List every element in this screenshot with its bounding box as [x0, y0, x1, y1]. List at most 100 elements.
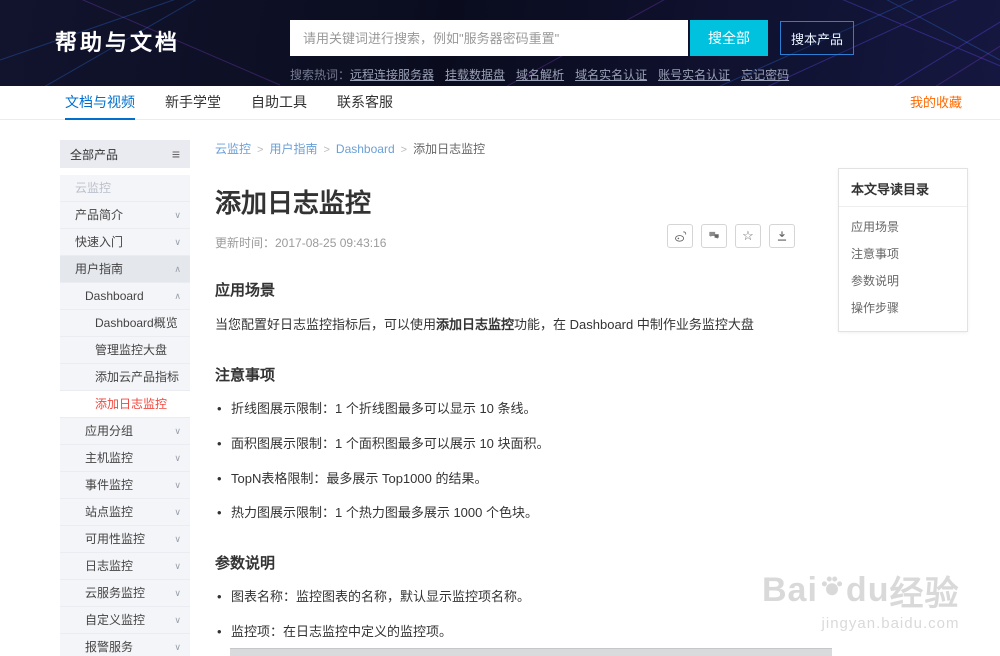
sidebar-item[interactable]: 快速入门	[60, 229, 190, 256]
sidebar-item-label: 管理监控大盘	[95, 343, 168, 357]
sidebar-item[interactable]: 报警服务	[60, 634, 190, 656]
search-all-button[interactable]: 搜全部	[690, 20, 768, 56]
sidebar-item-label: 日志监控	[85, 559, 134, 573]
hot-keywords: 远程连接服务器 挂载数据盘 域名解析 域名实名认证 账号实名认证 忘记密码	[350, 68, 800, 82]
nav-tab[interactable]: 联系客服	[337, 86, 393, 120]
nav-tab[interactable]: 文档与视频	[65, 86, 135, 120]
hot-keyword-link[interactable]: 忘记密码	[741, 68, 789, 82]
toc-link[interactable]: 操作步骤	[839, 294, 967, 321]
page: 帮助与文档 搜全部 搜本产品 搜索热词：远程连接服务器挂载数据盘域名解析域名实名…	[0, 0, 1000, 656]
breadcrumb-item: 云监控	[215, 142, 269, 156]
params-list: 图表名称：监控图表的名称，默认显示监控项名称。监控项：在日志监控中定义的监控项。…	[215, 587, 835, 656]
chevron-icon	[174, 256, 181, 282]
page-title: 帮助与文档	[55, 30, 181, 55]
watermark-text-post: du	[845, 571, 890, 609]
sidebar-item-label: 添加日志监控	[95, 397, 168, 411]
toc-panel: 本文导读目录 应用场景 注意事项 参数说明 操作步骤	[838, 168, 968, 332]
nav-tab[interactable]: 新手学堂	[165, 86, 221, 120]
sidebar-item[interactable]: 可用性监控	[60, 526, 190, 553]
sidebar-item[interactable]: 云服务监控	[60, 580, 190, 607]
hot-keyword-link[interactable]: 挂载数据盘	[445, 68, 505, 82]
sidebar-item[interactable]: Dashboard	[60, 283, 190, 310]
breadcrumb-link[interactable]: 添加日志监控	[413, 142, 485, 156]
chevron-icon	[174, 553, 181, 579]
sidebar: 全部产品 ≡ 云监控 产品简介 快速入门 用户指南 Dashboard Dash…	[60, 140, 190, 656]
sidebar-item-label: 事件监控	[85, 478, 134, 492]
toc-link[interactable]: 参数说明	[839, 267, 967, 294]
chevron-icon	[174, 499, 181, 525]
breadcrumb-link[interactable]: 用户指南	[269, 142, 317, 156]
note-item: 面积图展示限制：1 个面积图最多可以展示 10 块面积。	[215, 434, 835, 455]
section-heading-params: 参数说明	[215, 555, 276, 573]
article-title: 添加日志监控	[215, 188, 372, 218]
all-products-label: 全部产品	[70, 147, 119, 162]
sidebar-item[interactable]: 事件监控	[60, 472, 190, 499]
hot-keyword-link[interactable]: 账号实名认证	[658, 68, 730, 82]
sidebar-item-label: 添加云产品指标	[95, 370, 180, 384]
hot-keywords-label: 搜索热词：	[290, 68, 351, 82]
star-icon: ☆	[742, 228, 754, 243]
hot-keyword-link[interactable]: 远程连接服务器	[350, 68, 434, 82]
sidebar-item[interactable]: 用户指南	[60, 256, 190, 283]
site-header: 帮助与文档 搜全部 搜本产品 搜索热词：远程连接服务器挂载数据盘域名解析域名实名…	[0, 0, 1000, 86]
note-item: 热力图展示限制：1 个热力图最多展示 1000 个色块。	[215, 503, 835, 524]
sidebar-item-label: Dashboard概览	[95, 316, 178, 330]
toc-link[interactable]: 应用场景	[839, 213, 967, 240]
sidebar-item[interactable]: 产品简介	[60, 202, 190, 229]
param-item: 图表名称：监控图表的名称，默认显示监控项名称。	[215, 587, 835, 608]
sidebar-item[interactable]: 自定义监控	[60, 607, 190, 634]
chevron-icon	[174, 472, 181, 498]
hot-keywords-row: 搜索热词：远程连接服务器 挂载数据盘 域名解析 域名实名认证 账号实名认证 忘记密码	[290, 66, 800, 83]
download-icon	[777, 231, 787, 241]
sidebar-item[interactable]: 主机监控	[60, 445, 190, 472]
my-favorites-link[interactable]: 我的收藏	[910, 86, 962, 120]
nav-tab[interactable]: 自助工具	[251, 86, 307, 120]
section-heading-notes: 注意事项	[215, 367, 276, 385]
sidebar-item[interactable]: 添加日志监控	[60, 391, 190, 418]
favorite-button[interactable]: ☆	[735, 224, 761, 248]
chevron-icon	[174, 580, 181, 606]
chevron-icon	[174, 283, 181, 309]
sidebar-item-label: 快速入门	[75, 235, 124, 249]
content-image-top-edge	[230, 648, 832, 656]
sidebar-item-label: 自定义监控	[85, 613, 146, 627]
breadcrumb-item: Dashboard	[336, 142, 413, 156]
search-bar: 搜全部 搜本产品	[290, 20, 854, 56]
note-item: 折线图展示限制：1 个折线图最多可以显示 10 条线。	[215, 399, 835, 420]
sidebar-item[interactable]: 添加云产品指标	[60, 364, 190, 391]
sidebar-item[interactable]: 站点监控	[60, 499, 190, 526]
sidebar-item[interactable]: 云监控	[60, 175, 190, 202]
sidebar-item-label: Dashboard	[85, 289, 144, 303]
sidebar-item[interactable]: 管理监控大盘	[60, 337, 190, 364]
comments-button[interactable]	[701, 224, 727, 248]
hot-keyword-link[interactable]: 域名解析	[516, 68, 564, 82]
sidebar-item-label: 产品简介	[75, 208, 124, 222]
sidebar-item[interactable]: Dashboard概览	[60, 310, 190, 337]
all-products-header[interactable]: 全部产品 ≡	[60, 140, 190, 168]
sidebar-item[interactable]: 应用分组	[60, 418, 190, 445]
toc-title: 本文导读目录	[839, 169, 967, 207]
sidebar-item-label: 应用分组	[85, 424, 134, 438]
breadcrumb-link[interactable]: 云监控	[215, 142, 251, 156]
breadcrumb-item: 添加日志监控	[413, 142, 485, 156]
weibo-icon	[674, 231, 686, 242]
hot-keyword-link[interactable]: 域名实名认证	[575, 68, 647, 82]
sidebar-item-label: 云服务监控	[85, 586, 146, 600]
chevron-icon	[174, 202, 181, 228]
chevron-icon	[174, 526, 181, 552]
param-item: 监控项：在日志监控中定义的监控项。	[215, 622, 835, 643]
search-product-button[interactable]: 搜本产品	[780, 21, 854, 55]
toc-link[interactable]: 注意事项	[839, 240, 967, 267]
breadcrumb-item: 用户指南	[269, 142, 335, 156]
share-weibo-button[interactable]	[667, 224, 693, 248]
article: 云监控用户指南Dashboard添加日志监控 添加日志监控 更新时间：2017-…	[215, 140, 835, 656]
search-input[interactable]	[290, 20, 688, 56]
note-item: TopN表格限制：最多展示 Top1000 的结果。	[215, 469, 835, 490]
breadcrumb-link[interactable]: Dashboard	[336, 142, 395, 156]
sidebar-item[interactable]: 日志监控	[60, 553, 190, 580]
usage-paragraph: 当您配置好日志监控指标后，可以使用添加日志监控功能，在 Dashboard 中制…	[215, 314, 835, 336]
notes-list: 折线图展示限制：1 个折线图最多可以显示 10 条线。面积图展示限制：1 个面积…	[215, 399, 835, 524]
download-button[interactable]	[769, 224, 795, 248]
sidebar-item-label: 站点监控	[85, 505, 134, 519]
toc-list: 应用场景 注意事项 参数说明 操作步骤	[839, 207, 967, 331]
